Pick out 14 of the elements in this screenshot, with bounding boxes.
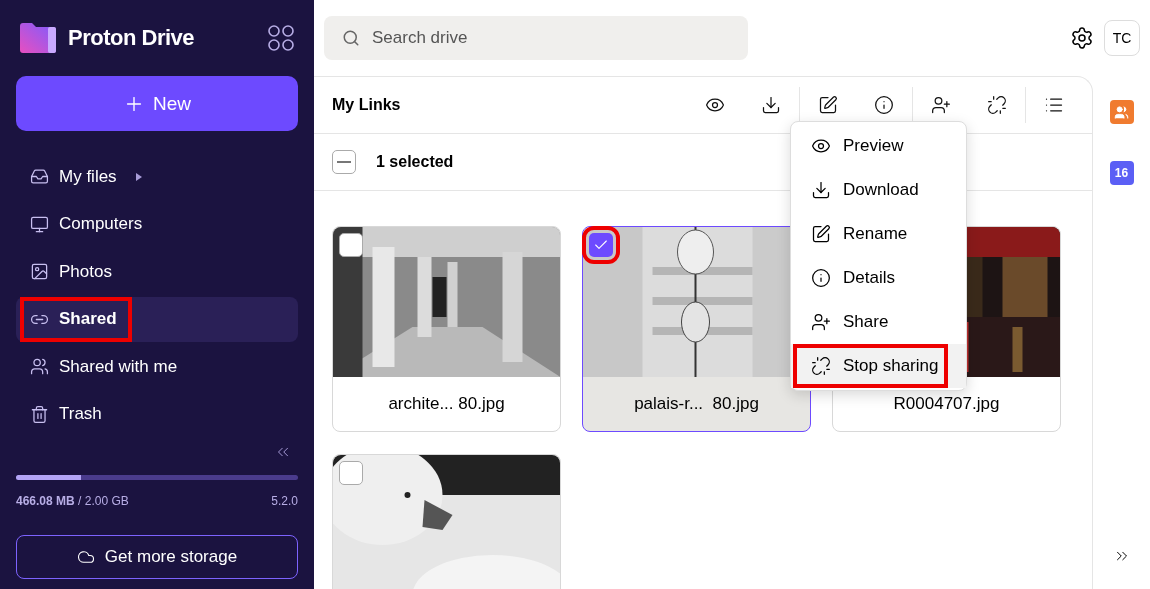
sidebar-label: Shared with me — [59, 356, 178, 377]
sidebar-label: My files — [59, 166, 117, 187]
version-label: 5.2.0 — [271, 494, 298, 508]
sidebar-label: Shared — [59, 309, 117, 330]
section-title: My Links — [332, 96, 402, 114]
sidebar-label: Photos — [59, 261, 112, 282]
file-name: archite... 80.jpg — [387, 393, 506, 415]
app-name: Proton Drive — [68, 25, 196, 51]
file-name: palais-r... 80.jpg — [633, 393, 760, 415]
sidebar-label: Computers — [59, 214, 143, 235]
sidebar-label: Trash — [59, 404, 102, 425]
storage-usage: 466.08 MB / 2.00 GB — [16, 494, 129, 508]
file-name: R0004707.jpg — [892, 393, 1001, 415]
selection-count: 1 selected — [376, 153, 454, 171]
